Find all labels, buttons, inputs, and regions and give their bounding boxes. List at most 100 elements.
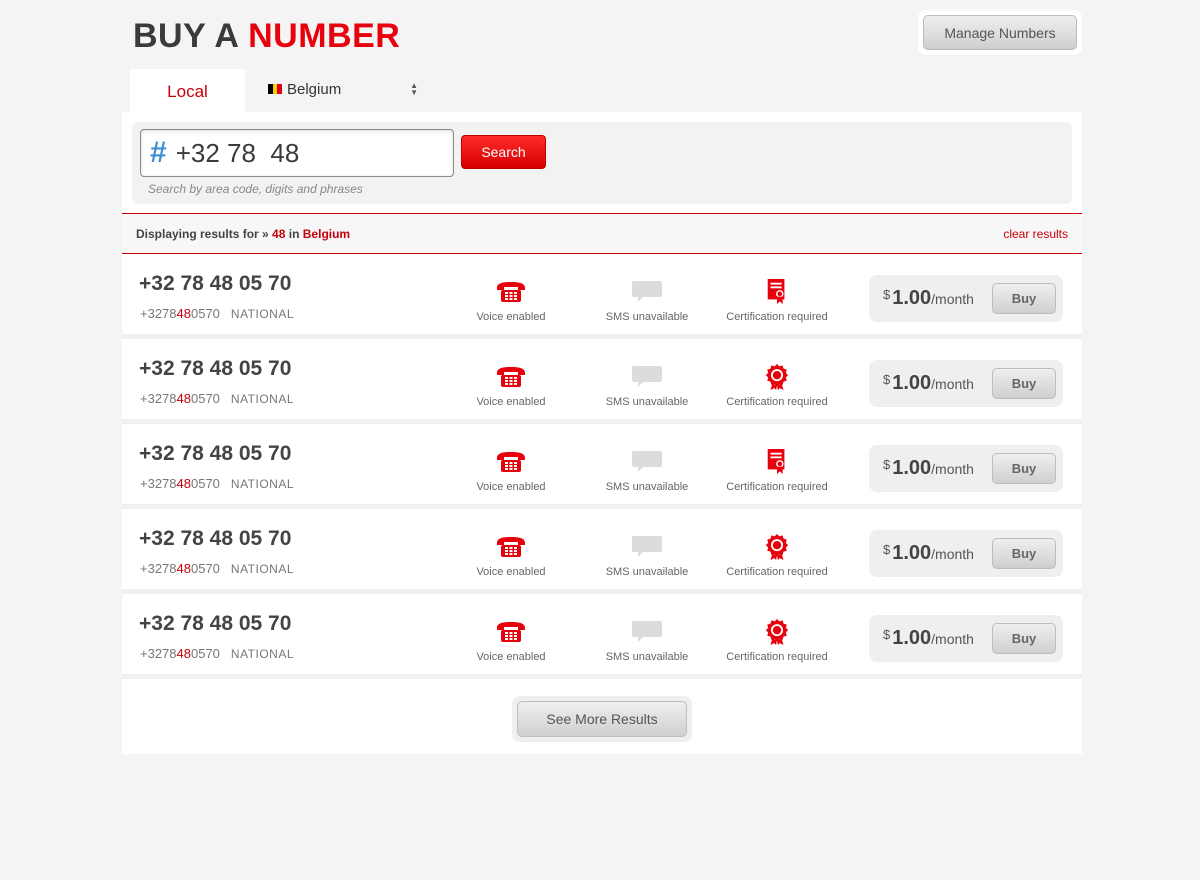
buy-button[interactable]: Buy [992, 453, 1056, 484]
sms-label: SMS unavailable [605, 311, 689, 323]
raw-number-match: 48 [176, 476, 191, 491]
price: $1.00/month [883, 542, 974, 565]
price-amount: 1.00 [892, 627, 932, 649]
chat-bubble-icon [632, 536, 662, 557]
price-period: /month [931, 291, 974, 307]
price-currency: $ [883, 372, 891, 387]
price-currency: $ [883, 542, 891, 557]
phone-icon [497, 282, 525, 302]
phone-number: +32 78 48 05 70 [139, 272, 292, 295]
cert-label: Certification required [726, 396, 828, 408]
badge-icon [765, 364, 789, 390]
results-prefix: Displaying results for » [136, 226, 269, 241]
raw-number-suffix: 0570 [190, 391, 220, 406]
voice-label: Voice enabled [476, 651, 546, 663]
price-currency: $ [883, 457, 891, 472]
results-in: in [288, 226, 300, 241]
search-button[interactable]: Search [461, 135, 546, 169]
voice-feature: Voice enabled [451, 534, 571, 578]
phone-icon [497, 622, 525, 642]
raw-number-match: 48 [176, 306, 191, 321]
buy-button[interactable]: Buy [992, 538, 1056, 569]
sms-feature: SMS unavailable [587, 449, 707, 493]
number-type: NATIONAL [230, 647, 295, 661]
number-type: NATIONAL [230, 477, 295, 491]
raw-number-prefix: +3278 [140, 646, 177, 661]
sms-label: SMS unavailable [605, 481, 689, 493]
raw-number-prefix: +3278 [140, 391, 177, 406]
raw-number-prefix: +3278 [140, 306, 177, 321]
number-type: NATIONAL [230, 307, 295, 321]
search-hint: Search by area code, digits and phrases [148, 182, 363, 196]
result-row: +32 78 48 05 70 +3278480570 NATIONAL Voic… [122, 429, 1082, 509]
manage-numbers-button[interactable]: Manage Numbers [923, 15, 1077, 50]
price-amount: 1.00 [892, 287, 932, 309]
price-box: $1.00/month Buy [869, 445, 1063, 492]
sms-feature: SMS unavailable [587, 279, 707, 323]
results-summary: Displaying results for » 48 in Belgium [136, 227, 350, 241]
raw-number-suffix: 0570 [190, 476, 220, 491]
result-row: +32 78 48 05 70 +3278480570 NATIONAL Voic… [122, 344, 1082, 424]
country-select[interactable]: Belgium ▲ ▼ [262, 76, 422, 102]
phone-icon [497, 537, 525, 557]
sms-feature: SMS unavailable [587, 619, 707, 663]
sms-feature: SMS unavailable [587, 534, 707, 578]
country-select-value: Belgium [287, 80, 342, 98]
chat-bubble-icon [632, 451, 662, 472]
search-input[interactable]: # +32 78 48 [140, 129, 454, 177]
phone-number: +32 78 48 05 70 [139, 442, 292, 465]
page-title: BUY A NUMBER [133, 16, 400, 56]
price-period: /month [931, 546, 974, 562]
buy-button[interactable]: Buy [992, 623, 1056, 654]
title-part2: NUMBER [248, 17, 401, 55]
raw-number-line: +3278480570 NATIONAL [140, 391, 294, 406]
buy-button[interactable]: Buy [992, 368, 1056, 399]
tab-local[interactable]: Local [130, 69, 245, 113]
raw-number-match: 48 [176, 391, 191, 406]
sms-feature: SMS unavailable [587, 364, 707, 408]
price-currency: $ [883, 627, 891, 642]
result-row: +32 78 48 05 70 +3278480570 NATIONAL Voic… [122, 514, 1082, 594]
document-icon [767, 279, 785, 305]
price: $1.00/month [883, 372, 974, 395]
price-period: /month [931, 461, 974, 477]
raw-number-prefix: +3278 [140, 476, 177, 491]
raw-number-prefix: +3278 [140, 561, 177, 576]
raw-number-line: +3278480570 NATIONAL [140, 306, 294, 321]
raw-number-match: 48 [176, 646, 191, 661]
voice-label: Voice enabled [476, 311, 546, 323]
price-amount: 1.00 [892, 372, 932, 394]
raw-number-match: 48 [176, 561, 191, 576]
manage-numbers-wrapper: Manage Numbers [918, 10, 1082, 55]
price-amount: 1.00 [892, 457, 932, 479]
see-more-button[interactable]: See More Results [517, 701, 687, 737]
main-panel: # +32 78 48 Search Search by area code, … [122, 112, 1082, 754]
phone-icon [497, 367, 525, 387]
see-more-wrapper: See More Results [512, 696, 692, 742]
belgium-flag-icon [268, 84, 283, 94]
phone-number: +32 78 48 05 70 [139, 612, 292, 635]
cert-feature: Certification required [717, 619, 837, 663]
voice-label: Voice enabled [476, 481, 546, 493]
number-type: NATIONAL [230, 562, 295, 576]
results-bar: Displaying results for » 48 in Belgium c… [122, 213, 1082, 254]
price-box: $1.00/month Buy [869, 275, 1063, 322]
voice-feature: Voice enabled [451, 449, 571, 493]
badge-icon [765, 619, 789, 645]
chat-bubble-icon [632, 366, 662, 387]
clear-results-link[interactable]: clear results [1003, 227, 1068, 241]
price-amount: 1.00 [892, 542, 932, 564]
raw-number-suffix: 0570 [190, 646, 220, 661]
price-box: $1.00/month Buy [869, 530, 1063, 577]
sms-label: SMS unavailable [605, 651, 689, 663]
phone-number: +32 78 48 05 70 [139, 357, 292, 380]
voice-label: Voice enabled [476, 396, 546, 408]
raw-number-suffix: 0570 [190, 561, 220, 576]
price: $1.00/month [883, 627, 974, 650]
select-arrows-icon: ▲ ▼ [410, 81, 418, 97]
result-row: +32 78 48 05 70 +3278480570 NATIONAL Voic… [122, 599, 1082, 679]
results-query: 48 [272, 226, 286, 241]
buy-button[interactable]: Buy [992, 283, 1056, 314]
cert-feature: Certification required [717, 534, 837, 578]
phone-number: +32 78 48 05 70 [139, 527, 292, 550]
